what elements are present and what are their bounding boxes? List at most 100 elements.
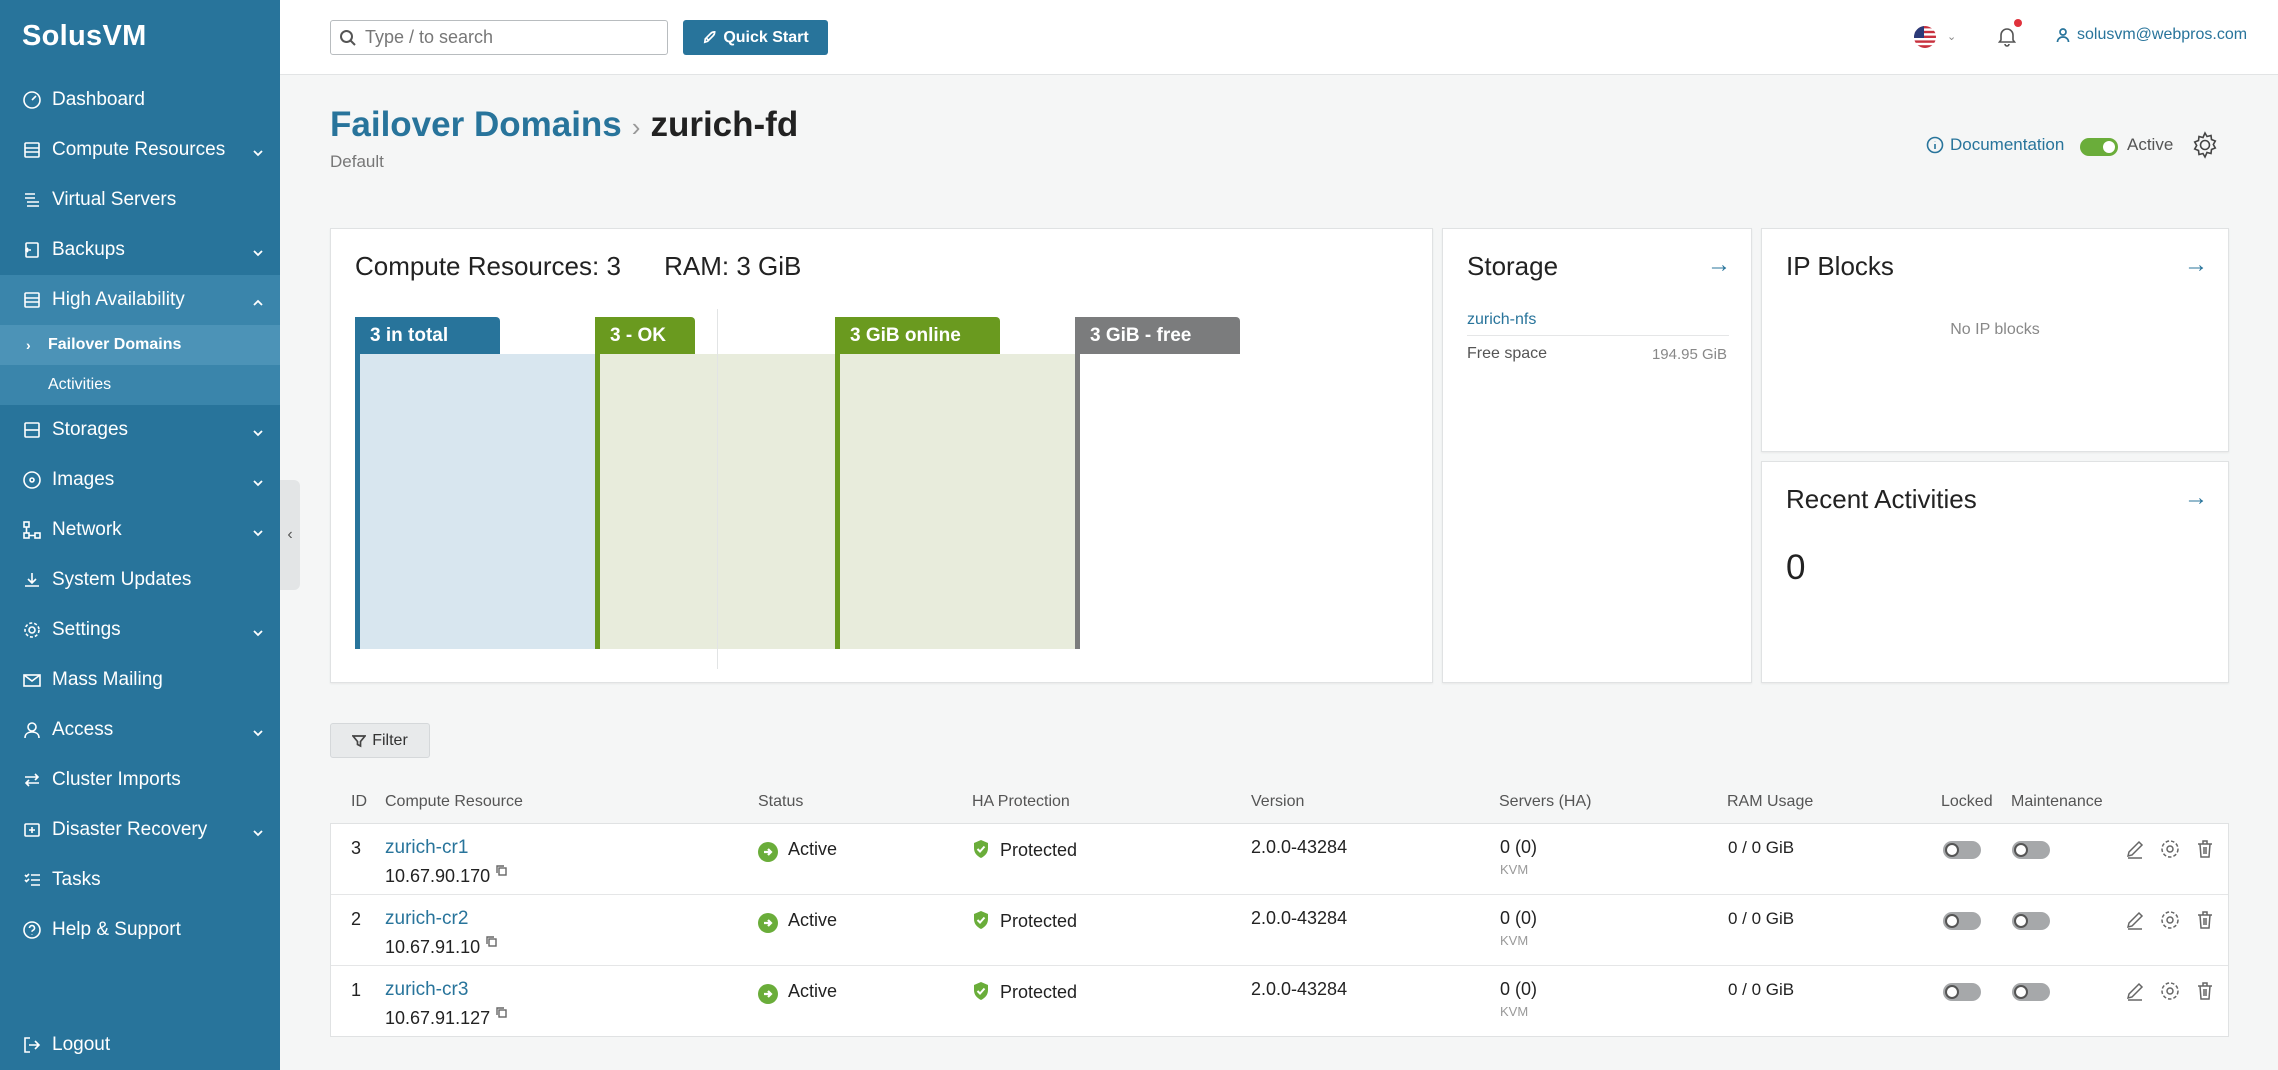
- maintenance-toggle[interactable]: [2012, 983, 2050, 1001]
- row-virtualization: KVM: [1500, 1004, 1529, 1019]
- sidebar-item-network[interactable]: Network: [0, 505, 280, 555]
- copy-icon[interactable]: [496, 1002, 507, 1018]
- trash-icon[interactable]: [2194, 909, 2216, 931]
- search-input[interactable]: Type / to search: [330, 20, 668, 55]
- sidebar-item-virtual-servers[interactable]: Virtual Servers: [0, 175, 280, 225]
- copy-icon[interactable]: [486, 931, 497, 947]
- chart-divider: [717, 309, 718, 669]
- documentation-link[interactable]: Documentation: [1926, 135, 2064, 155]
- sidebar-item-storages[interactable]: Storages: [0, 405, 280, 455]
- column-header-servers-ha[interactable]: Servers (HA): [1499, 793, 1591, 811]
- edit-icon[interactable]: [2124, 980, 2146, 1002]
- sidebar-item-settings[interactable]: Settings: [0, 605, 280, 655]
- recent-activities-title: Recent Activities: [1786, 484, 1977, 514]
- arrow-right-circle-icon: [758, 842, 778, 862]
- us-flag-icon[interactable]: [1914, 26, 1936, 48]
- column-header-id[interactable]: ID: [351, 793, 367, 811]
- table-row[interactable]: 3 zurich-cr1 10.67.90.170 Active Protect…: [331, 824, 2228, 895]
- gear-icon[interactable]: [2159, 909, 2181, 931]
- sidebar-item-label: Access: [52, 719, 114, 740]
- servers-icon: [22, 190, 42, 210]
- sidebar-subitem-activities[interactable]: Activities: [0, 365, 280, 405]
- row-id: 3: [351, 838, 362, 858]
- gear-icon[interactable]: [2190, 130, 2220, 160]
- sidebar-item-label: High Availability: [52, 289, 185, 310]
- sidebar-item-backups[interactable]: Backups: [0, 225, 280, 275]
- column-header-status[interactable]: Status: [758, 793, 803, 811]
- compute-resource-link[interactable]: zurich-cr3: [385, 979, 468, 1001]
- gear-icon[interactable]: [2159, 980, 2181, 1002]
- chevron-down-icon[interactable]: ⌄: [1947, 30, 1956, 43]
- compute-resource-link[interactable]: zurich-cr2: [385, 908, 468, 930]
- row-status-label: Active: [788, 910, 838, 930]
- network-icon: [22, 520, 42, 540]
- row-ip-wrap: 10.67.91.127: [385, 1002, 507, 1029]
- logout-icon: [22, 1035, 42, 1055]
- arrow-right-icon[interactable]: →: [1707, 251, 1731, 279]
- edit-icon[interactable]: [2124, 909, 2146, 931]
- sidebar-subitem-failover-domains[interactable]: › Failover Domains: [0, 325, 280, 365]
- sidebar-item-label: Logout: [52, 1034, 111, 1055]
- copy-icon[interactable]: [496, 860, 507, 876]
- notification-bell-icon[interactable]: [1996, 19, 2022, 49]
- rocket-icon: [704, 31, 716, 44]
- ok-bar-edge: [595, 317, 600, 649]
- row-version: 2.0.0-43284: [1251, 908, 1348, 928]
- table-row[interactable]: 2 zurich-cr2 10.67.91.10 Active Protecte…: [331, 895, 2228, 966]
- sidebar-item-mass-mailing[interactable]: Mass Mailing: [0, 655, 280, 705]
- maintenance-toggle[interactable]: [2012, 841, 2050, 859]
- sidebar-item-cluster-imports[interactable]: Cluster Imports: [0, 755, 280, 805]
- sidebar-item-images[interactable]: Images: [0, 455, 280, 505]
- active-toggle[interactable]: [2080, 138, 2118, 156]
- sidebar-item-label: Mass Mailing: [52, 669, 163, 690]
- sidebar-item-label: Settings: [52, 619, 121, 640]
- info-icon: [1926, 136, 1944, 154]
- column-header-locked[interactable]: Locked: [1941, 793, 1993, 811]
- trash-icon[interactable]: [2194, 838, 2216, 860]
- row-ha: Protected: [972, 839, 1077, 861]
- compute-resource-link[interactable]: zurich-cr1: [385, 837, 468, 859]
- sidebar-item-help-support[interactable]: Help & Support: [0, 905, 280, 955]
- row-servers: 0 (0): [1500, 979, 1538, 999]
- table-row[interactable]: 1 zurich-cr3 10.67.91.127 Active Protect…: [331, 966, 2228, 1037]
- sidebar-item-high-availability[interactable]: High Availability: [0, 275, 280, 325]
- maintenance-toggle[interactable]: [2012, 912, 2050, 930]
- sidebar-item-compute-resources[interactable]: Compute Resources: [0, 125, 280, 175]
- sidebar-item-dashboard[interactable]: Dashboard: [0, 75, 280, 125]
- chevron-down-icon: [252, 723, 264, 737]
- user-menu[interactable]: solusvm@webpros.com: [2055, 26, 2247, 44]
- arrow-right-icon[interactable]: →: [2184, 484, 2208, 512]
- column-header-ram-usage[interactable]: RAM Usage: [1727, 793, 1813, 811]
- edit-icon[interactable]: [2124, 838, 2146, 860]
- sidebar-item-system-updates[interactable]: System Updates: [0, 555, 280, 605]
- column-header-maintenance[interactable]: Maintenance: [2011, 793, 2103, 811]
- storage-name-link[interactable]: zurich-nfs: [1467, 311, 1536, 329]
- ok-bar-label: 3 - OK: [595, 317, 695, 354]
- sidebar-item-access[interactable]: Access: [0, 705, 280, 755]
- chevron-left-icon: ‹: [287, 526, 293, 543]
- locked-toggle[interactable]: [1943, 912, 1981, 930]
- locked-toggle[interactable]: [1943, 983, 1981, 1001]
- trash-icon[interactable]: [2194, 980, 2216, 1002]
- column-header-compute-resource[interactable]: Compute Resource: [385, 793, 523, 811]
- column-header-version[interactable]: Version: [1251, 793, 1304, 811]
- gear-icon[interactable]: [2159, 838, 2181, 860]
- quick-start-button[interactable]: Quick Start: [683, 20, 828, 55]
- sidebar-item-label: Disaster Recovery: [52, 819, 208, 840]
- sidebar-item-label: Compute Resources: [52, 139, 226, 160]
- row-status: Active: [758, 839, 837, 862]
- filter-button[interactable]: Filter: [330, 723, 430, 758]
- app-logo[interactable]: SolusVM: [22, 20, 147, 53]
- sidebar-item-logout[interactable]: Logout: [0, 1020, 280, 1070]
- sidebar-item-tasks[interactable]: Tasks: [0, 855, 280, 905]
- online-bar-label: 3 GiB online: [835, 317, 1000, 354]
- column-header-ha-protection[interactable]: HA Protection: [972, 793, 1070, 811]
- chevron-down-icon: [252, 623, 264, 637]
- breadcrumb-parent-link[interactable]: Failover Domains: [330, 105, 622, 145]
- sidebar-collapse-handle[interactable]: ‹: [280, 480, 300, 590]
- sidebar-item-disaster-recovery[interactable]: Disaster Recovery: [0, 805, 280, 855]
- divider: [1467, 335, 1729, 336]
- locked-toggle[interactable]: [1943, 841, 1981, 859]
- gear-icon: [22, 620, 42, 640]
- arrow-right-icon[interactable]: →: [2184, 251, 2208, 279]
